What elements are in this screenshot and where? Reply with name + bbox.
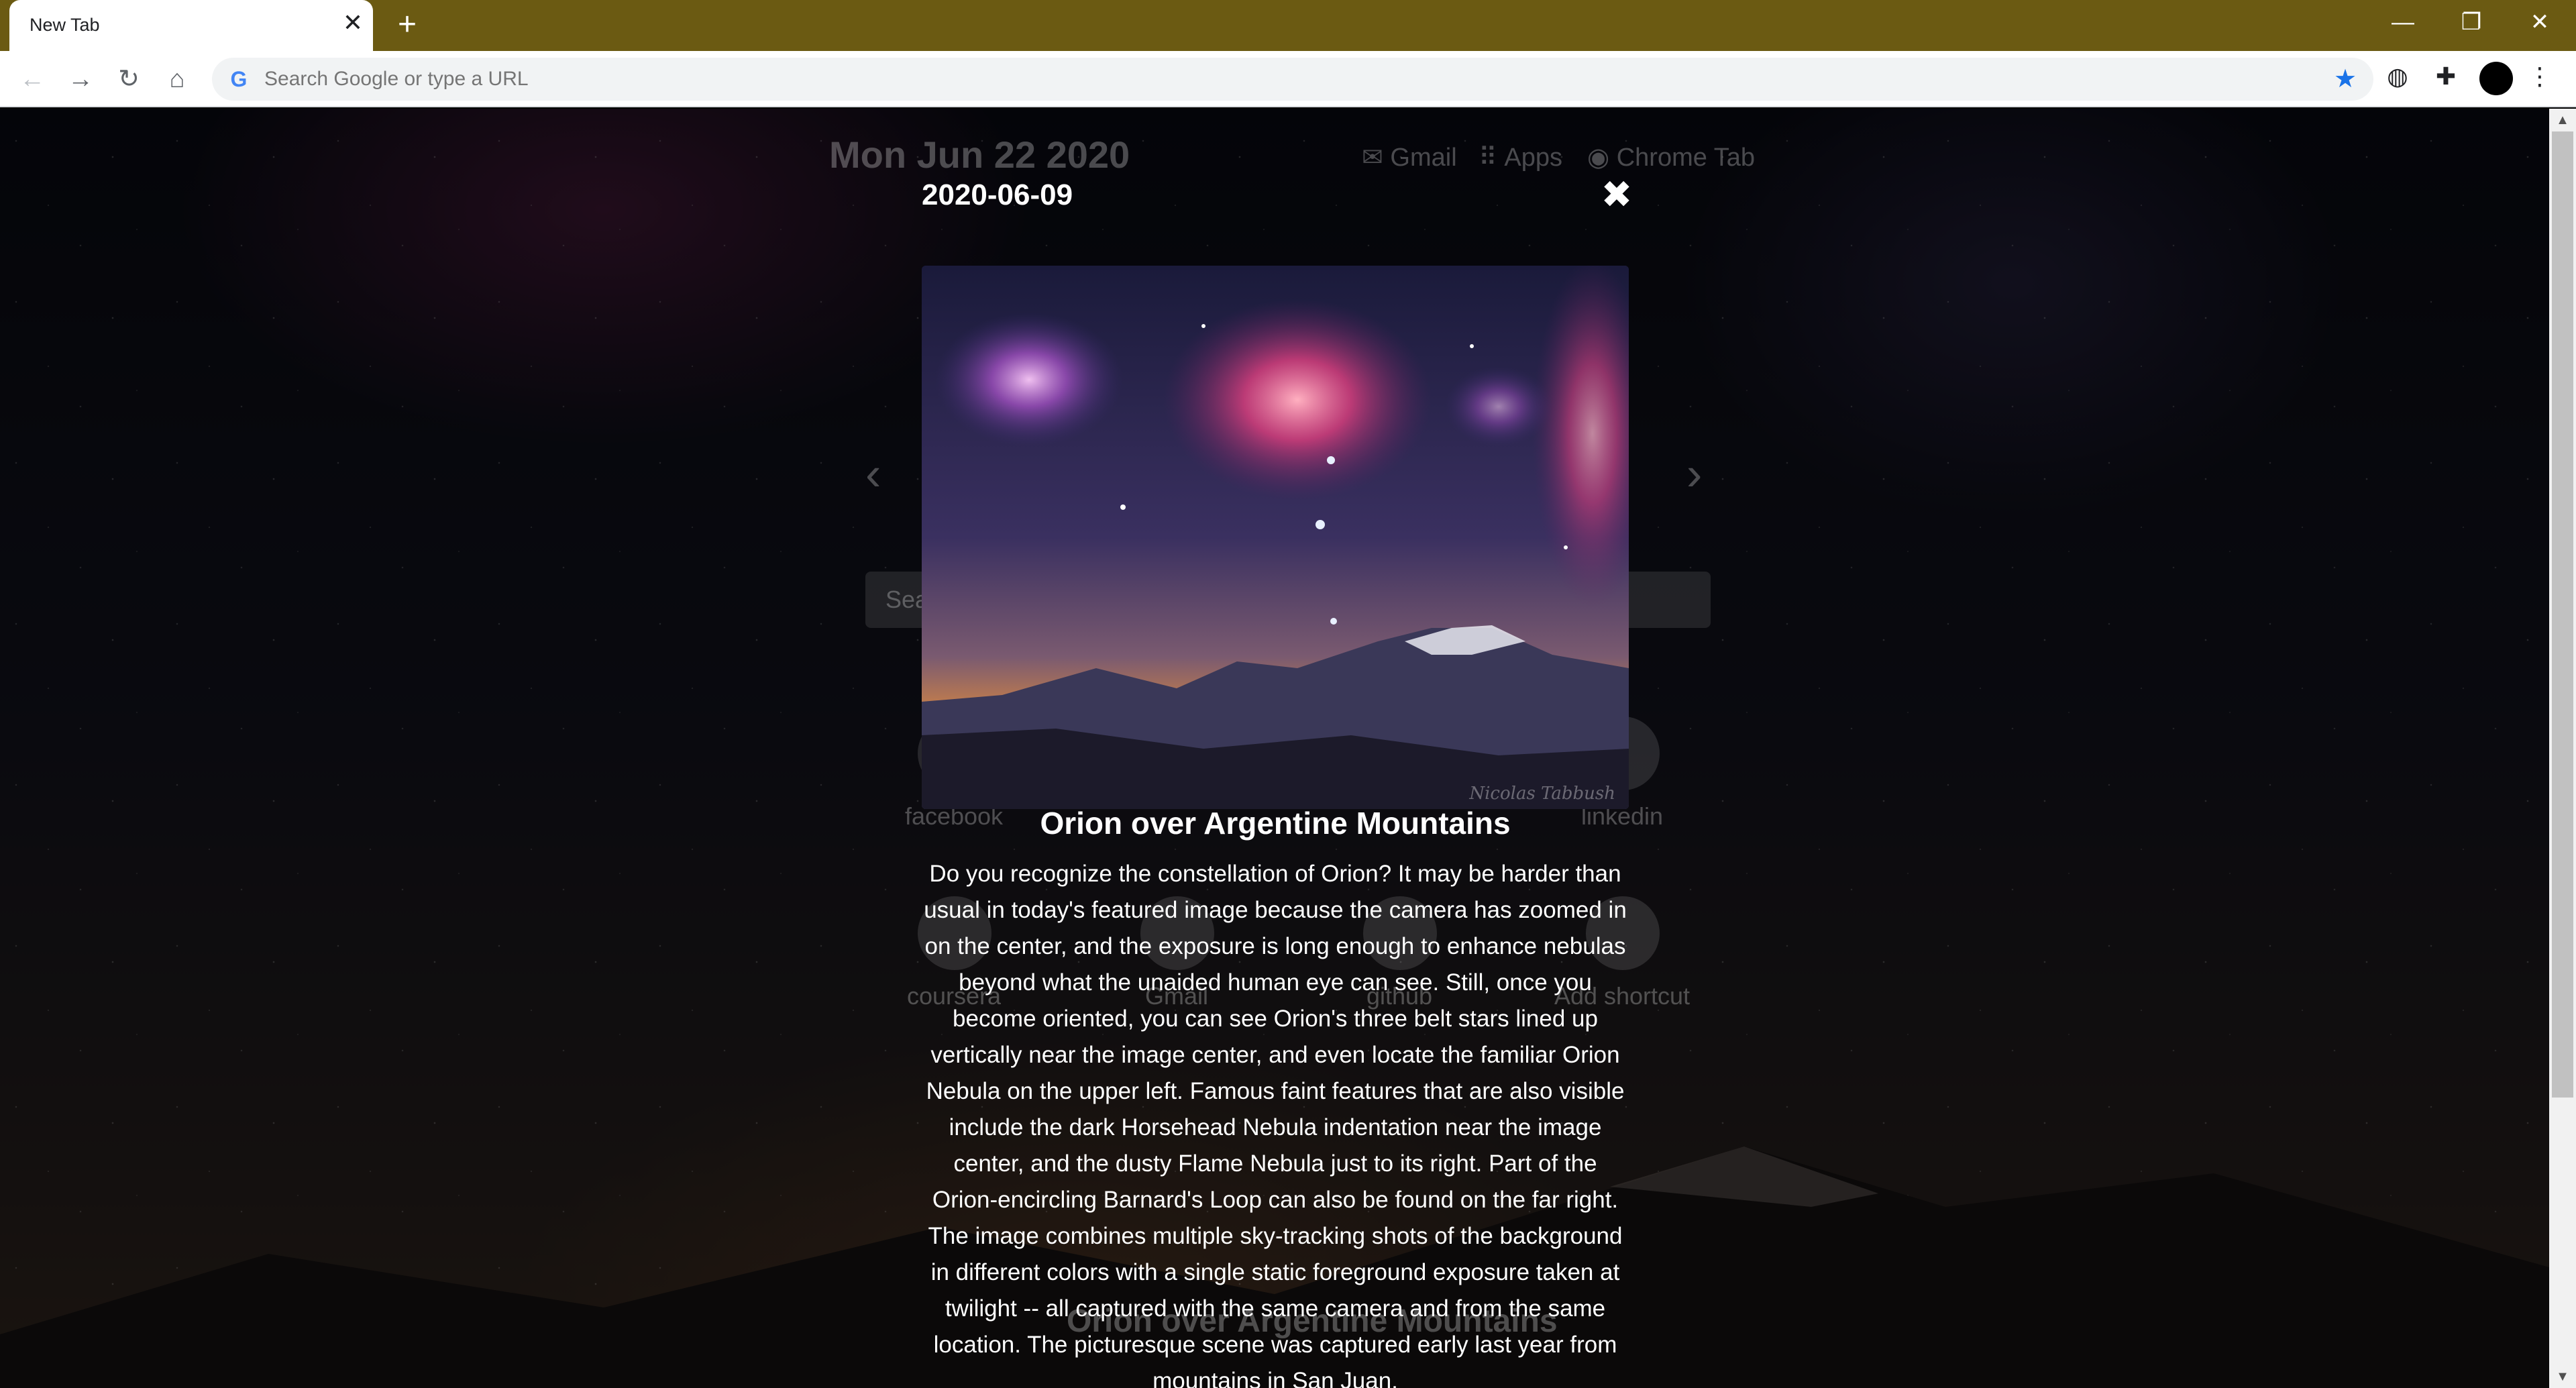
photographer-signature: Nicolas Tabbush bbox=[1469, 784, 1615, 804]
scroll-down-icon[interactable]: ▼ bbox=[2549, 1365, 2576, 1388]
new-tab-button[interactable]: + bbox=[390, 8, 424, 42]
tab-close-icon[interactable]: ✕ bbox=[339, 9, 366, 36]
tab-strip: New Tab ✕ + — ❐ ✕ bbox=[0, 0, 2576, 51]
globe-extension-icon[interactable]: ◍ bbox=[2381, 60, 2414, 93]
mail-icon: ✉ bbox=[1362, 144, 1383, 172]
extensions-puzzle-icon[interactable]: ✚ bbox=[2430, 60, 2462, 93]
apod-description: Do you recognize the constellation of Or… bbox=[924, 861, 1627, 1388]
omnibox-input[interactable] bbox=[263, 58, 2208, 101]
forward-button[interactable]: → bbox=[63, 62, 98, 97]
apps-link[interactable]: ⠿ Apps bbox=[1479, 142, 1562, 172]
browser-toolbar: ← → ↻ ⌂ G ★ ◍ ✚ ⋮ bbox=[0, 51, 2576, 107]
profile-avatar[interactable] bbox=[2479, 62, 2513, 95]
google-icon: G bbox=[230, 67, 248, 91]
next-image-arrow-icon[interactable]: › bbox=[1686, 447, 1702, 500]
reload-button[interactable]: ↻ bbox=[111, 62, 146, 97]
scrollbar-thumb[interactable] bbox=[2552, 131, 2573, 1098]
close-modal-icon[interactable]: ✖ bbox=[1598, 176, 1635, 213]
modal-date: 2020-06-09 bbox=[922, 178, 1073, 211]
chrome-icon: ◉ bbox=[1587, 144, 1610, 172]
apod-title: Orion over Argentine Mountains bbox=[1040, 806, 1511, 841]
minimize-button[interactable]: — bbox=[2383, 5, 2423, 39]
address-bar[interactable]: G ★ bbox=[212, 58, 2373, 101]
apod-image: Nicolas Tabbush bbox=[922, 266, 1629, 809]
apps-link-label: Apps bbox=[1504, 144, 1563, 172]
menu-kebab-icon[interactable]: ⋮ bbox=[2524, 60, 2556, 93]
bookmark-star-icon[interactable]: ★ bbox=[2332, 66, 2359, 93]
tab-title: New Tab bbox=[30, 15, 100, 35]
tab-new-tab[interactable]: New Tab ✕ bbox=[9, 0, 373, 51]
home-button[interactable]: ⌂ bbox=[160, 62, 195, 97]
restore-button[interactable]: ❐ bbox=[2451, 5, 2491, 39]
back-button[interactable]: ← bbox=[15, 62, 50, 97]
new-tab-page: Mon Jun 22 2020 ✉ Gmail ⠿ Apps ◉ Chrome … bbox=[0, 109, 2549, 1388]
scroll-up-icon[interactable]: ▲ bbox=[2549, 109, 2576, 131]
prev-image-arrow-icon[interactable]: ‹ bbox=[865, 447, 881, 500]
page-date: Mon Jun 22 2020 bbox=[829, 134, 1130, 176]
apps-grid-icon: ⠿ bbox=[1479, 144, 1497, 172]
chrome-tab-link-label: Chrome Tab bbox=[1616, 144, 1756, 172]
gmail-link[interactable]: ✉ Gmail bbox=[1362, 142, 1457, 172]
chrome-tab-link[interactable]: ◉ Chrome Tab bbox=[1587, 142, 1755, 172]
close-window-button[interactable]: ✕ bbox=[2520, 5, 2560, 39]
orion-mountains-photo bbox=[922, 266, 1629, 809]
gmail-link-label: Gmail bbox=[1390, 144, 1457, 172]
